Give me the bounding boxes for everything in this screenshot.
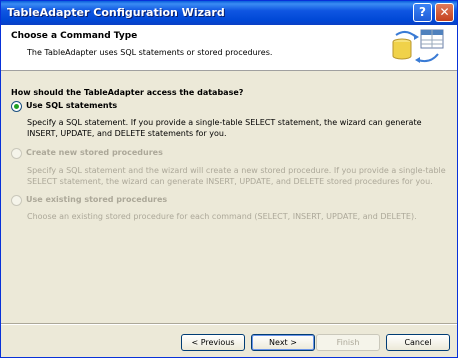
option-description: Specify a SQL statement and the wizard w… — [27, 166, 446, 186]
help-icon: ? — [419, 5, 426, 19]
option-label: Use SQL statements — [26, 101, 118, 110]
radio-button[interactable] — [11, 195, 22, 206]
option-description: Choose an existing stored procedure for … — [27, 212, 417, 221]
next-button[interactable]: Next > — [251, 334, 315, 351]
radio-button[interactable] — [11, 148, 22, 159]
finish-button[interactable]: Finish — [316, 334, 380, 351]
close-icon: ✕ — [439, 5, 450, 19]
database-table-icon — [392, 29, 444, 63]
page-description: The TableAdapter uses SQL statements or … — [27, 48, 273, 57]
option-label: Create new stored procedures — [26, 148, 163, 157]
page-title: Choose a Command Type — [11, 31, 138, 41]
option-label: Use existing stored procedures — [26, 195, 168, 204]
wizard-window: TableAdapter Configuration Wizard ? ✕ Ch… — [0, 0, 458, 358]
option-description: Specify a SQL statement. If you provide … — [27, 118, 422, 138]
previous-button[interactable]: < Previous — [181, 334, 245, 351]
window-title: TableAdapter Configuration Wizard — [7, 6, 225, 19]
close-button[interactable]: ✕ — [435, 3, 454, 22]
help-button[interactable]: ? — [413, 3, 432, 22]
footer-separator — [1, 323, 457, 325]
radio-button[interactable] — [11, 101, 22, 112]
access-question: How should the TableAdapter access the d… — [11, 88, 244, 97]
cancel-button[interactable]: Cancel — [386, 334, 450, 351]
title-bar[interactable]: TableAdapter Configuration Wizard ? ✕ — [1, 1, 457, 25]
wizard-header: Choose a Command Type The TableAdapter u… — [1, 25, 457, 71]
